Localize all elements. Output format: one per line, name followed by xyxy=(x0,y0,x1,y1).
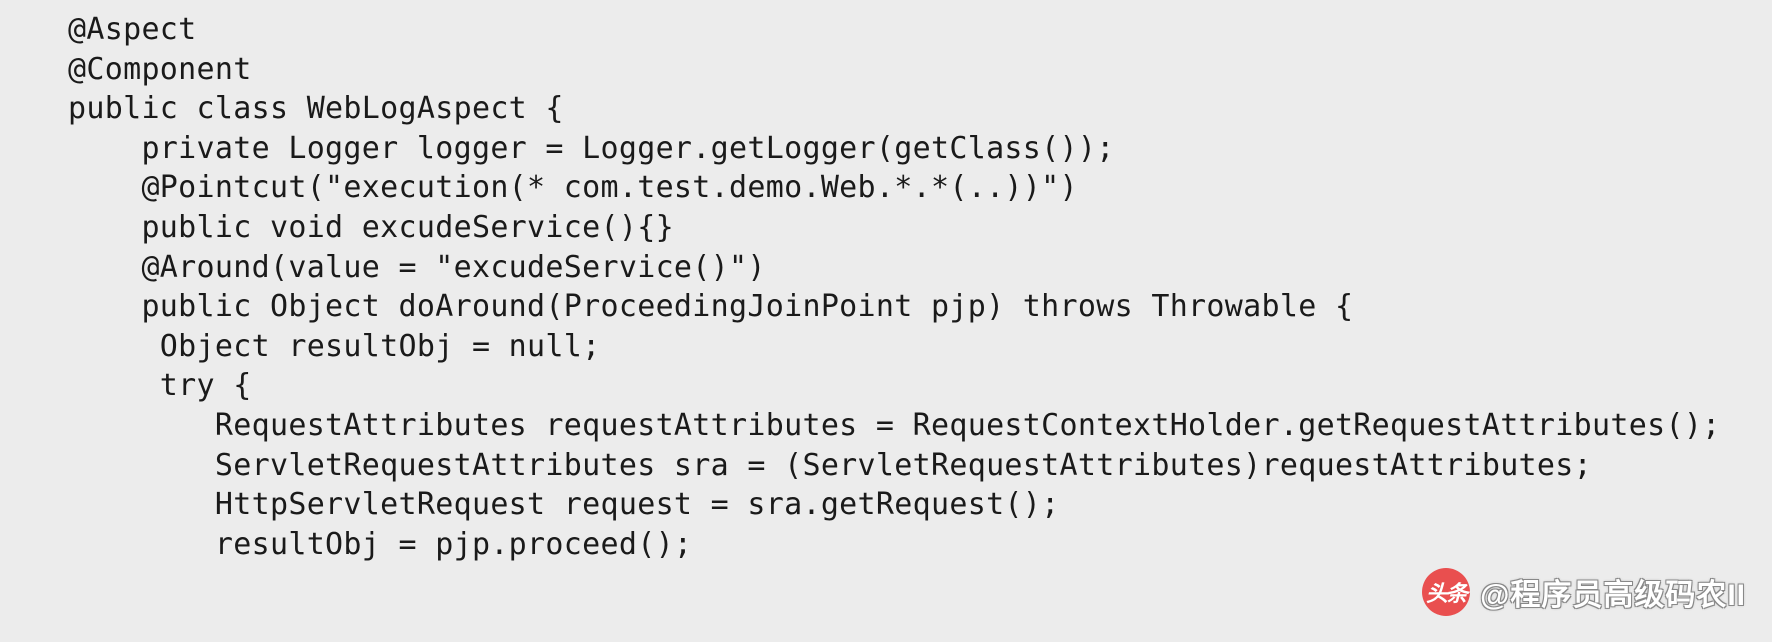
code-line: HttpServletRequest request = sra.getRequ… xyxy=(68,487,1060,522)
code-line: resultObj = pjp.proceed(); xyxy=(68,527,692,562)
code-line: @Aspect xyxy=(68,12,197,47)
code-line: RequestAttributes requestAttributes = Re… xyxy=(68,408,1721,443)
code-line: public Object doAround(ProceedingJoinPoi… xyxy=(68,289,1353,324)
watermark-logo-text: 头条 xyxy=(1426,576,1466,608)
code-line: @Pointcut("execution(* com.test.demo.Web… xyxy=(68,170,1078,205)
code-line: try { xyxy=(68,368,252,403)
code-line: ServletRequestAttributes sra = (ServletR… xyxy=(68,448,1592,483)
code-line: public void excudeService(){} xyxy=(68,210,674,245)
code-line: public class WebLogAspect { xyxy=(68,91,564,126)
watermark: 头条 @程序员高级码农II xyxy=(1422,568,1746,616)
code-line: @Component xyxy=(68,52,252,87)
code-line: @Around(value = "excudeService()") xyxy=(68,250,766,285)
code-line: Object resultObj = null; xyxy=(68,329,600,364)
watermark-text: @程序员高级码农II xyxy=(1480,570,1746,614)
code-content: @Aspect @Component public class WebLogAs… xyxy=(0,0,1772,564)
code-line: private Logger logger = Logger.getLogger… xyxy=(68,131,1115,166)
toutiao-logo-icon: 头条 xyxy=(1422,568,1470,616)
